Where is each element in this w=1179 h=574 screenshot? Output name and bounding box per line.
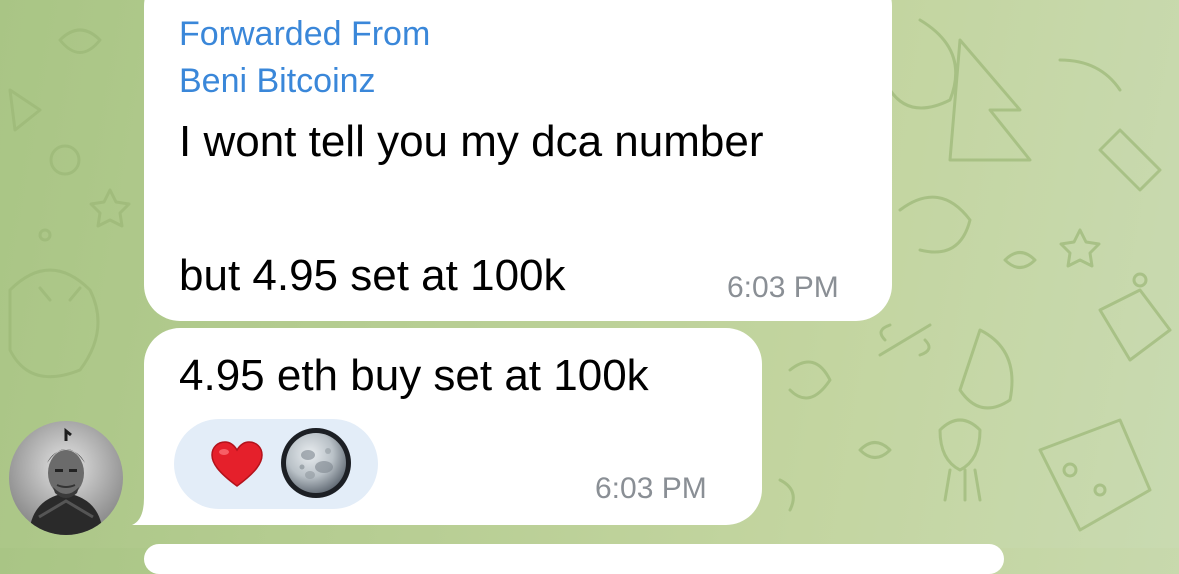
next-message-bubble[interactable] (144, 544, 1004, 574)
red-heart-icon[interactable] (208, 436, 266, 494)
message-text: 4.95 eth buy set at 100k (179, 351, 649, 400)
forwarded-from-label: Forwarded From (179, 15, 431, 53)
message-timestamp: 6:03 PM (727, 271, 839, 304)
full-moon-icon[interactable] (280, 427, 352, 499)
message-timestamp: 6:03 PM (595, 472, 707, 505)
forwarded-author-link[interactable]: Beni Bitcoinz (179, 64, 376, 98)
avatar[interactable] (9, 421, 123, 535)
message-text-line: I wont tell you my dca number (179, 117, 764, 166)
message-text-line: but 4.95 set at 100k (179, 251, 566, 300)
samurai-portrait-icon (9, 421, 123, 535)
